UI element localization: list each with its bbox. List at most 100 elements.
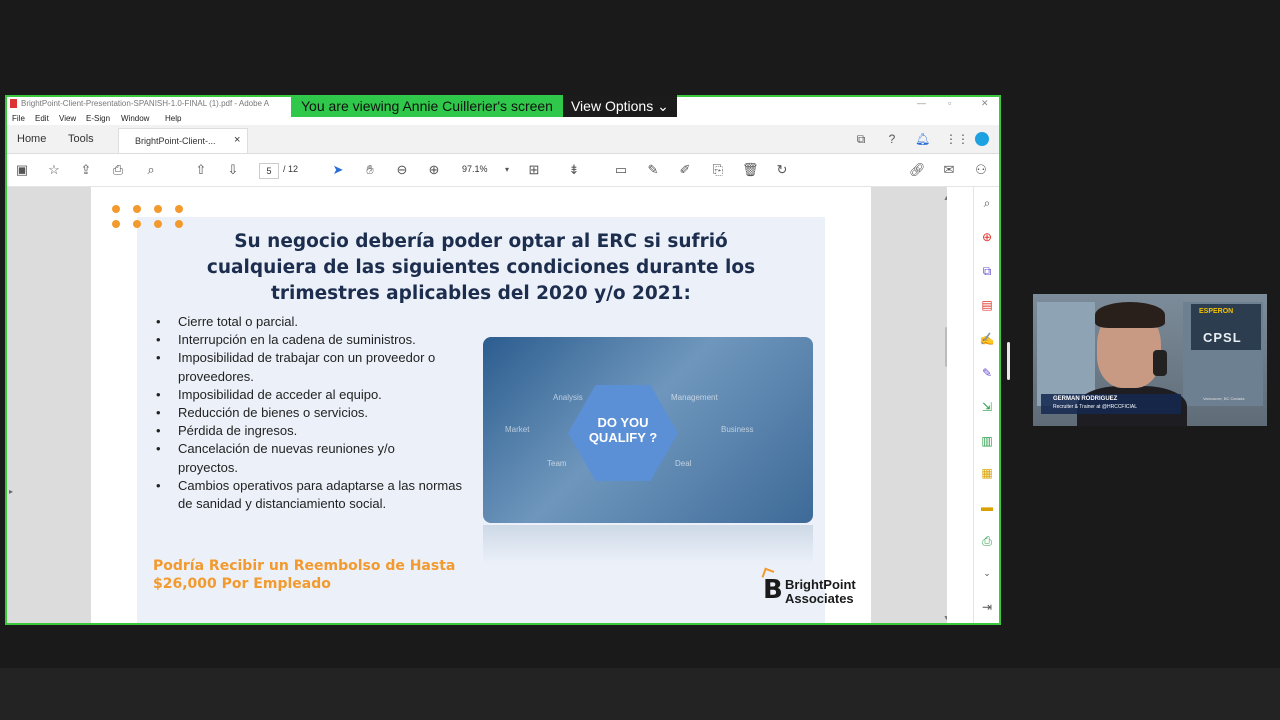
photo-word: Market xyxy=(505,425,530,434)
slide-title-line-1: Su negocio debería poder optar al ERC si… xyxy=(234,231,728,252)
delete-icon[interactable]: 🗑︎ xyxy=(742,162,759,178)
collapse-panel-icon[interactable]: ⇥ xyxy=(979,599,995,615)
hand-tool-icon[interactable]: ✋︎ xyxy=(362,162,378,178)
participant-location: Vancouver, BC Canada xyxy=(1203,396,1245,401)
highlight-pen-icon[interactable]: ✎ xyxy=(645,162,661,178)
zoom-level-select[interactable]: 97.1% xyxy=(462,164,488,174)
tab-document[interactable]: BrightPoint-Client-... × xyxy=(118,128,248,153)
zoom-out-icon[interactable]: ⊖ xyxy=(394,162,410,178)
link-icon[interactable]: 🔗︎ xyxy=(909,162,926,178)
search-icon[interactable]: ⌕ xyxy=(143,162,159,178)
background-window xyxy=(1037,302,1095,406)
list-item: Cambios operativos para adaptarse a las … xyxy=(153,477,468,513)
maximize-icon[interactable]: ▫ xyxy=(948,98,951,108)
menu-edit[interactable]: Edit xyxy=(35,114,49,123)
slide-title-line-3: trimestres aplicables del 2020 y/o 2021: xyxy=(271,283,691,304)
pdf-page: Su negocio debería poder optar al ERC si… xyxy=(91,187,871,623)
select-cursor-icon[interactable]: ➤ xyxy=(330,162,346,178)
refund-promo: Podría Recibir un Reembolso de Hasta $26… xyxy=(153,557,455,593)
menu-window[interactable]: Window xyxy=(121,114,149,123)
print-icon[interactable]: ⎙ xyxy=(110,162,126,178)
page-number-input[interactable]: 5 xyxy=(259,163,279,179)
menu-help[interactable]: Help xyxy=(165,114,181,123)
list-item: Pérdida de ingresos. xyxy=(153,422,483,440)
logo-letter: B xyxy=(763,575,783,605)
edit-pdf-icon[interactable]: ✎ xyxy=(979,365,995,381)
scrollbar-thumb[interactable] xyxy=(945,327,947,367)
minimize-icon[interactable]: — xyxy=(917,98,926,108)
zoom-dropdown-icon[interactable]: ▾ xyxy=(499,162,515,178)
email-icon[interactable]: ✉ xyxy=(941,162,957,178)
comment-tool-icon[interactable]: ▬ xyxy=(979,499,995,515)
headset-mic xyxy=(1153,350,1167,376)
fill-sign-icon[interactable]: ✍ xyxy=(979,331,995,347)
sign-top-text: ESPERON xyxy=(1199,308,1234,315)
photo-caption-line-2: QUALIFY ? xyxy=(588,430,658,445)
organize-pages-icon[interactable]: ▤ xyxy=(979,297,995,313)
menu-view[interactable]: View xyxy=(59,114,76,123)
list-item: Imposibilidad de acceder al equipo. xyxy=(153,386,483,404)
list-item: Cancelación de nuevas reuniones y/o proy… xyxy=(153,440,438,476)
participant-hair xyxy=(1095,302,1165,328)
more-tools-icon[interactable]: ⌄ xyxy=(979,565,995,581)
window-title: BrightPoint-Client-Presentation-SPANISH-… xyxy=(21,99,270,108)
zoom-in-icon[interactable]: ⊕ xyxy=(426,162,442,178)
upload-cloud-icon[interactable]: ⇪ xyxy=(78,162,94,178)
stamp-icon[interactable]: ⎘ xyxy=(710,162,726,178)
pdf-file-icon xyxy=(10,99,17,108)
close-window-icon[interactable]: ✕ xyxy=(981,98,989,109)
menu-esign[interactable]: E-Sign xyxy=(86,114,110,123)
scroll-up-icon[interactable]: ▲ xyxy=(943,195,947,202)
share-user-icon[interactable]: ⚇ xyxy=(973,162,989,178)
previous-page-icon[interactable]: ⇧ xyxy=(193,162,209,178)
meeting-control-bar xyxy=(0,668,1280,720)
tab-bar: Home Tools BrightPoint-Client-... × ⧉ ? … xyxy=(7,125,999,154)
panel-resize-handle[interactable] xyxy=(1007,342,1010,380)
photo-word: Deal xyxy=(675,459,692,468)
apps-grid-icon[interactable]: ⋮⋮ xyxy=(945,132,969,146)
save-icon[interactable]: ▣ xyxy=(14,162,30,178)
document-view[interactable]: ▸ Su negocio debería poder optar al ERC … xyxy=(7,187,947,623)
bookmark-star-icon[interactable]: ☆ xyxy=(46,162,62,178)
scan-icon[interactable]: ▥ xyxy=(979,433,995,449)
combine-files-icon[interactable]: ⧉ xyxy=(979,263,995,279)
export-pdf-icon[interactable]: ⇲ xyxy=(979,399,995,415)
close-tab-icon[interactable]: × xyxy=(234,134,240,146)
tab-tools[interactable]: Tools xyxy=(68,133,94,145)
refund-promo-line-1: Podría Recibir un Reembolso de Hasta xyxy=(153,558,456,574)
create-pdf-icon[interactable]: ⊕ xyxy=(979,229,995,245)
notification-bell-icon[interactable]: 🔔︎ xyxy=(915,132,930,146)
sign-main-text: CPSL xyxy=(1203,330,1242,345)
scroll-down-icon[interactable]: ▼ xyxy=(943,615,947,622)
next-page-icon[interactable]: ⇩ xyxy=(225,162,241,178)
photo-caption-line-1: DO YOU xyxy=(597,415,649,430)
slide-title: Su negocio debería poder optar al ERC si… xyxy=(137,229,825,307)
tab-home[interactable]: Home xyxy=(17,133,46,145)
scroll-mode-icon[interactable]: ⇟ xyxy=(566,162,582,178)
page-fit-icon[interactable]: ⊞ xyxy=(526,162,542,178)
draw-icon[interactable]: ✐ xyxy=(677,162,693,178)
slide-title-line-2: cualquiera de las siguientes condiciones… xyxy=(206,257,756,278)
photo-word: Management xyxy=(671,393,718,402)
photo-reflection xyxy=(483,525,813,565)
refund-promo-line-2: $26,000 Por Empleado xyxy=(153,576,331,592)
logo-text-line-2: Associates xyxy=(785,591,854,606)
tab-document-label: BrightPoint-Client-... xyxy=(135,136,216,146)
view-options-button[interactable]: View Options ⌄ xyxy=(562,95,677,117)
photo-word: Analysis xyxy=(553,393,583,402)
comment-icon[interactable]: ▭ xyxy=(613,162,629,178)
share-screen-icon[interactable]: ⧉ xyxy=(854,132,868,146)
vertical-scrollbar[interactable]: ▲ ▼ xyxy=(943,195,947,623)
help-icon[interactable]: ? xyxy=(885,132,899,146)
left-panel-expand-icon[interactable]: ▸ xyxy=(9,487,13,496)
protect-icon[interactable]: ▦ xyxy=(979,465,995,481)
qualify-photo: DO YOU QUALIFY ? Analysis Market Busines… xyxy=(483,337,813,523)
account-avatar[interactable] xyxy=(975,132,989,146)
zoom-tool-icon[interactable]: ⌕ xyxy=(979,195,995,211)
shared-screen: BrightPoint-Client-Presentation-SPANISH-… xyxy=(5,95,1001,625)
rotate-icon[interactable]: ↻ xyxy=(774,162,790,178)
screen-share-message: You are viewing Annie Cuillerier's scree… xyxy=(291,95,563,117)
participant-video[interactable]: ESPERON CPSL GERMAN RODRIGUEZ Recruiter … xyxy=(1033,294,1267,426)
print-production-icon[interactable]: ⎙ xyxy=(979,533,995,549)
menu-file[interactable]: File xyxy=(12,114,25,123)
